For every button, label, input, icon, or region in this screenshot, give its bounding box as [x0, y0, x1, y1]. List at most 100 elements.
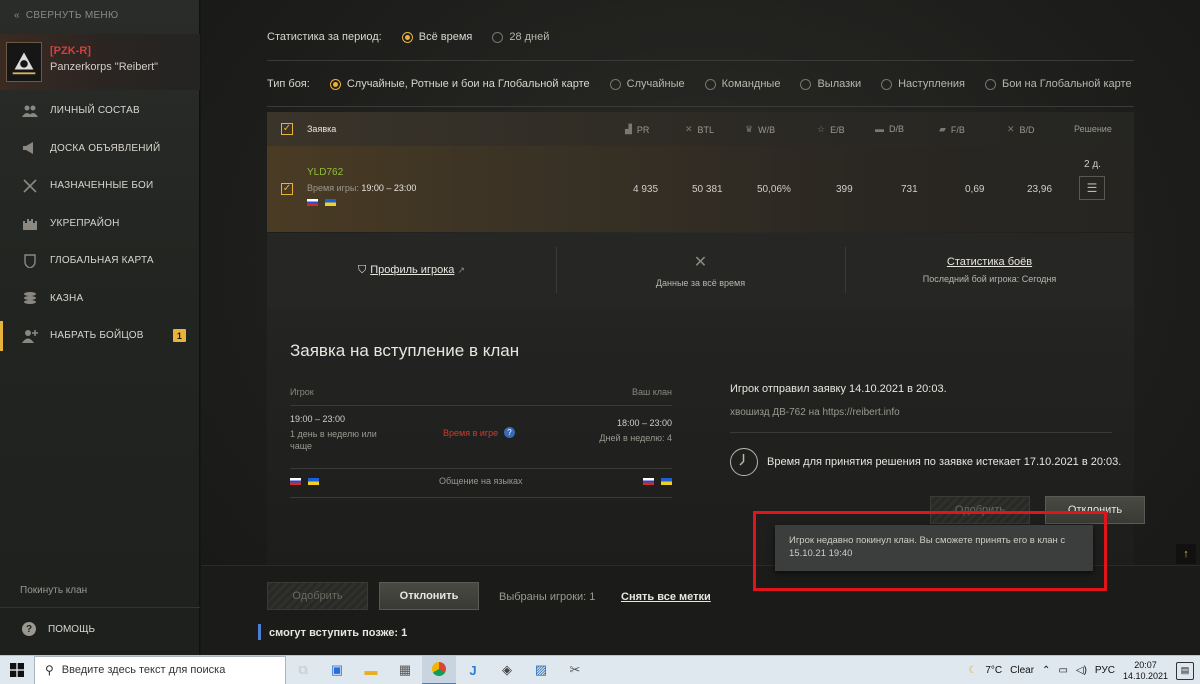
column-btl[interactable]: ✕ BTL	[685, 124, 714, 135]
calculator-icon[interactable]: ▦	[388, 656, 422, 684]
task-view-icon[interactable]: ⧉	[286, 656, 320, 684]
player-profile-link[interactable]: ⛉ Профиль игрока ↗	[267, 233, 556, 307]
collapse-menu-button[interactable]: « СВЕРНУТЬ МЕНЮ	[14, 10, 118, 21]
weather-text[interactable]: Clear	[1010, 665, 1034, 676]
sidebar-item-recruit[interactable]: НАБРАТЬ БОЙЦОВ 1	[0, 317, 200, 355]
snipping-icon[interactable]: ✂	[558, 656, 592, 684]
leave-clan-link[interactable]: Покинуть клан	[20, 585, 87, 596]
join-later-note: смогут вступить позже: 1	[269, 627, 408, 639]
notifications-icon[interactable]: ▤	[1176, 661, 1194, 680]
chevron-up-icon[interactable]: ⌃	[1042, 665, 1050, 676]
column-db[interactable]: ▬ D/B	[875, 124, 904, 134]
pr-icon: ▟	[625, 124, 632, 134]
bulk-approve-button[interactable]: Одобрить	[267, 582, 368, 610]
flag-ua-icon	[661, 478, 672, 485]
clock[interactable]: 20:07 14.10.2021	[1123, 660, 1168, 682]
store-icon[interactable]: ▣	[320, 656, 354, 684]
battle-stats-label[interactable]: Статистика боёв	[947, 256, 1032, 268]
radio-label: Случайные, Ротные и бои на Глобальной ка…	[346, 78, 590, 90]
sidebar-item-personnel[interactable]: ЛИЧНЫЙ СОСТАВ	[0, 92, 200, 130]
column-eb[interactable]: ☆ E/B	[817, 124, 845, 135]
sidebar-item-battles[interactable]: НАЗНАЧЕННЫЕ БОИ	[0, 167, 200, 205]
sidebar-item-label: НАБРАТЬ БОЙЦОВ	[50, 330, 144, 342]
gun-icon: ▬	[875, 124, 884, 134]
radio-icon	[329, 78, 341, 90]
alltime-data: ✕ Данные за всё время	[556, 233, 845, 307]
language-row: Общение на языках	[290, 469, 672, 497]
details-list-icon[interactable]: ☰	[1079, 176, 1105, 200]
period-option-alltime[interactable]: Всё время	[401, 31, 472, 43]
table-row[interactable]: ✓ YLD762 Время игры: 19:00 – 23:00 4 935…	[267, 146, 1134, 232]
profile-link[interactable]: ⛉ Профиль игрока ↗	[358, 264, 465, 277]
select-all-checkbox[interactable]: ✓	[281, 123, 293, 135]
battle-option-global-map[interactable]: Бои на Глобальной карте	[985, 78, 1132, 90]
network-icon[interactable]: ▭	[1058, 665, 1067, 676]
clock-icon	[730, 448, 758, 476]
search-placeholder: Введите здесь текст для поиска	[61, 664, 226, 676]
period-label: Статистика за период:	[267, 31, 382, 43]
sidebar-item-label: НАЗНАЧЕННЫЕ БОИ	[50, 180, 154, 192]
column-request[interactable]: Заявка	[307, 124, 336, 134]
sidebar-item-board[interactable]: ДОСКА ОБЪЯВЛЕНИЙ	[0, 130, 200, 168]
battle-option-random[interactable]: Случайные	[609, 78, 685, 90]
player-flags	[307, 198, 336, 209]
divider	[267, 106, 1134, 107]
map-shield-icon	[22, 254, 38, 268]
volume-icon[interactable]: ◁)	[1076, 665, 1087, 676]
arrow-up-icon: ↑	[1183, 548, 1189, 560]
sidebar-item-label: КАЗНА	[50, 292, 84, 304]
clock-date: 14.10.2021	[1122, 670, 1168, 681]
battle-stats-link[interactable]: Статистика боёв Последний бой игрока: Се…	[845, 233, 1134, 307]
row-checkbox[interactable]: ✓	[281, 183, 293, 195]
sidebar-item-fortress[interactable]: УКРЕПРАЙОН	[0, 205, 200, 243]
wot-icon[interactable]: ◈	[490, 656, 524, 684]
clear-selection-link[interactable]: Снять все метки	[621, 591, 711, 603]
j-app-icon[interactable]: J	[456, 656, 490, 684]
shield-icon: ⛉	[358, 263, 367, 276]
language-indicator[interactable]: РУС	[1095, 665, 1115, 676]
sidebar-item-treasury[interactable]: КАЗНА	[0, 280, 200, 318]
recruit-count-badge: 1	[173, 329, 186, 343]
sidebar-item-label: ДОСКА ОБЪЯВЛЕНИЙ	[50, 142, 161, 154]
help-button[interactable]: ? ПОМОЩЬ	[22, 622, 95, 636]
divider	[0, 607, 200, 608]
battle-option-team[interactable]: Командные	[704, 78, 780, 90]
sidebar-item-label: ГЛОБАЛЬНАЯ КАРТА	[50, 255, 154, 267]
weather-moon-icon: ☾	[968, 665, 978, 676]
chrome-icon[interactable]	[422, 655, 456, 684]
player-nick-link[interactable]: YLD762	[307, 167, 343, 178]
period-option-28days[interactable]: 28 дней	[492, 31, 549, 43]
play-time: Время игры: 19:00 – 23:00	[307, 183, 416, 193]
clan-header[interactable]: [PZK-R] Panzerkorps "Reibert"	[0, 34, 200, 90]
player-column-label: Игрок	[290, 387, 314, 397]
sidebar-item-label: УКРЕПРАЙОН	[50, 217, 120, 229]
bulk-reject-button[interactable]: Отклонить	[379, 582, 479, 610]
column-pr[interactable]: ▟ PR	[625, 124, 649, 135]
info-icon[interactable]: ?	[504, 427, 515, 438]
radio-icon	[401, 31, 413, 43]
play-time-label: Время игры:	[307, 183, 359, 193]
column-bd[interactable]: ✕ B/D	[1007, 124, 1035, 135]
collapse-menu-label: СВЕРНУТЬ МЕНЮ	[25, 10, 119, 21]
player-time: 19:00 – 23:00	[290, 414, 346, 424]
weather-temp[interactable]: 7°C	[985, 665, 1002, 676]
crossed-swords-icon: ✕	[685, 124, 693, 134]
taskbar-search[interactable]: ⚲ Введите здесь текст для поиска	[34, 655, 286, 684]
folder-icon[interactable]: ▬	[354, 656, 388, 684]
radio-icon	[881, 78, 893, 90]
sidebar-item-global-map[interactable]: ГЛОБАЛЬНАЯ КАРТА	[0, 242, 200, 280]
column-fb[interactable]: ▰ F/B	[939, 124, 965, 135]
column-label: B/D	[1019, 124, 1035, 135]
battle-option-sorties[interactable]: Вылазки	[800, 78, 861, 90]
stat-fb: 0,69	[965, 184, 985, 195]
start-button[interactable]	[0, 656, 34, 684]
flag-ru-icon	[290, 478, 301, 485]
battle-option-offensives[interactable]: Наступления	[881, 78, 965, 90]
play-time-value: 19:00 – 23:00	[361, 183, 417, 193]
battle-option-all[interactable]: Случайные, Ротные и бои на Глобальной ка…	[329, 78, 590, 90]
photos-icon[interactable]: ▨	[524, 656, 558, 684]
scroll-top-button[interactable]: ↑	[1176, 544, 1196, 564]
column-label: E/B	[830, 124, 845, 135]
flag-ua-icon	[324, 199, 336, 206]
column-wb[interactable]: ♛ W/B	[745, 124, 775, 135]
